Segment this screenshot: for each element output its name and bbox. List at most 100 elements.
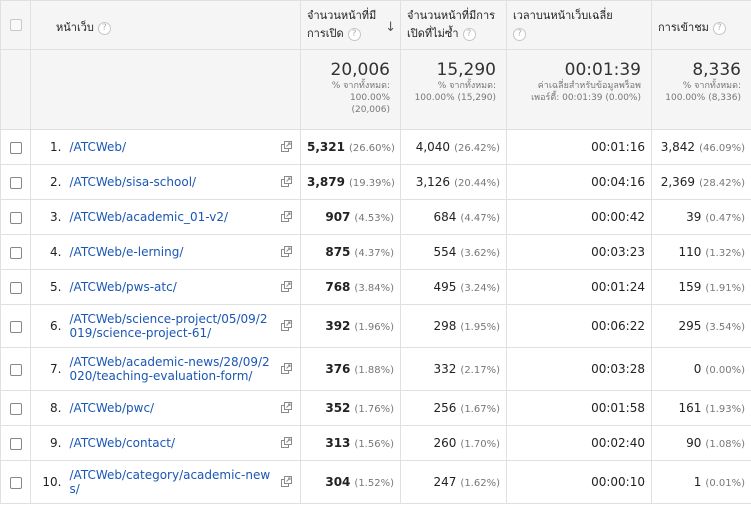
page-link[interactable]: /ATCWeb/category/academic-new s/: [70, 468, 275, 496]
column-header-avg-time[interactable]: เวลาบนหน้าเว็บเฉลี่ย ?: [506, 0, 652, 50]
page-link[interactable]: /ATCWeb/pwc/: [70, 401, 275, 415]
entrances-cell: 3,842 (46.09%): [651, 129, 751, 165]
row-checkbox-cell: [0, 164, 31, 200]
entrances-percent: (0.01%): [705, 478, 745, 489]
entrances-value: 1: [693, 475, 702, 489]
row-checkbox-cell: [0, 199, 31, 235]
table-row: 1. /ATCWeb/ 5,321 (26.60%) 4,040 (26.42%) …: [0, 129, 751, 165]
table-row: 8. /ATCWeb/pwc/ 352 (1.76%) 256 (1.67%) 00…: [0, 390, 751, 426]
page-link[interactable]: /ATCWeb/contact/: [70, 436, 275, 450]
avg-time-cell: 00:03:23: [506, 234, 652, 270]
row-checkbox[interactable]: [9, 211, 22, 224]
analytics-table: หน้าเว็บ? จำนวนหน้าที่มี การเปิด? ↓ จำนว…: [0, 0, 751, 504]
unique-pageviews-cell: 4,040 (26.42%): [400, 129, 507, 165]
row-checkbox[interactable]: [9, 320, 22, 333]
row-checkbox[interactable]: [9, 476, 22, 489]
page-link-line: /ATCWeb/: [69, 140, 127, 154]
row-checkbox[interactable]: [9, 281, 22, 294]
open-in-new-window-icon[interactable]: [281, 402, 292, 413]
unique-pageviews-cell: 247 (1.62%): [400, 460, 507, 504]
totals-avg-time-sub: เพอร์ตี้: 00:01:39 (0.00%): [531, 93, 641, 103]
totals-unique-pageviews: 15,290 % จากทั้งหมด: 100.00% (15,290): [400, 49, 507, 130]
page-link[interactable]: /ATCWeb/academic_01-v2/: [70, 210, 275, 224]
help-icon[interactable]: ?: [712, 21, 726, 35]
unique-pageviews-value: 684: [433, 210, 457, 224]
unique-pageviews-cell: 298 (1.95%): [400, 304, 507, 348]
open-in-new-window-icon[interactable]: [281, 320, 292, 331]
avg-time-value: 00:02:40: [591, 436, 645, 450]
help-icon[interactable]: ?: [347, 27, 361, 41]
open-in-new-window-icon[interactable]: [281, 437, 292, 448]
open-in-new-window-icon[interactable]: [281, 176, 292, 187]
row-checkbox-cell: [0, 390, 31, 426]
page-link[interactable]: /ATCWeb/e-lerning/: [70, 245, 275, 259]
help-icon[interactable]: ?: [97, 21, 111, 35]
entrances-cell: 295 (3.54%): [651, 304, 751, 348]
entrances-percent: (1.08%): [705, 439, 745, 450]
row-checkbox[interactable]: [9, 363, 22, 376]
page-link-line: /ATCWeb/academic-news/28/09/2: [69, 355, 270, 369]
unique-pageviews-percent: (1.95%): [460, 322, 500, 333]
pageviews-value: 352: [325, 401, 351, 415]
page-cell: /ATCWeb/e-lerning/: [65, 234, 301, 270]
row-index: 9.: [30, 425, 66, 461]
column-header-entrances[interactable]: การเข้าชม?: [651, 0, 751, 50]
totals-row: 20,006 % จากทั้งหมด: 100.00% (20,006) 15…: [0, 49, 751, 130]
row-checkbox[interactable]: [9, 176, 22, 189]
pageviews-cell: 313 (1.56%): [300, 425, 401, 461]
row-index: 6.: [30, 304, 66, 348]
help-icon[interactable]: ?: [513, 27, 526, 41]
page-link[interactable]: /ATCWeb/academic-news/28/09/2 020/teachin…: [70, 355, 275, 383]
help-icon[interactable]: ?: [462, 27, 476, 41]
entrances-value: 110: [678, 245, 702, 259]
totals-avg-time-sub: ค่าเฉลี่ยสำหรับข้อมูลพร็อพ: [537, 81, 641, 91]
avg-time-value: 00:00:42: [591, 210, 645, 224]
pageviews-percent: (1.76%): [354, 404, 394, 415]
page-link[interactable]: /ATCWeb/sisa-school/: [70, 175, 275, 189]
entrances-percent: (0.47%): [705, 213, 745, 224]
totals-entrances-value: 8,336: [692, 60, 741, 80]
row-checkbox[interactable]: [9, 437, 22, 450]
avg-time-value: 00:01:16: [591, 140, 645, 154]
header-row: หน้าเว็บ? จำนวนหน้าที่มี การเปิด? ↓ จำนว…: [0, 0, 751, 50]
row-checkbox[interactable]: [9, 141, 22, 154]
row-index: 4.: [30, 234, 66, 270]
row-index: 2.: [30, 164, 66, 200]
sort-descending-icon[interactable]: ↓: [385, 19, 396, 37]
column-header-unique-pageviews[interactable]: จำนวนหน้าที่มีการ เปิดที่ไม่ซ้ำ?: [400, 0, 507, 50]
entrances-percent: (46.09%): [699, 143, 745, 154]
open-in-new-window-icon[interactable]: [281, 363, 292, 374]
pageviews-value: 313: [325, 436, 351, 450]
open-in-new-window-icon[interactable]: [281, 476, 292, 487]
unique-pageviews-value: 260: [433, 436, 457, 450]
totals-empty-cell: [0, 49, 31, 130]
open-in-new-window-icon[interactable]: [281, 211, 292, 222]
page-link[interactable]: /ATCWeb/pws-atc/: [70, 280, 275, 294]
row-checkbox[interactable]: [9, 402, 22, 415]
table-row: 10. /ATCWeb/category/academic-new s/ 304(…: [0, 460, 751, 504]
page-cell: /ATCWeb/pws-atc/: [65, 269, 301, 305]
open-in-new-window-icon[interactable]: [281, 281, 292, 292]
page-link[interactable]: /ATCWeb/: [70, 140, 275, 154]
open-in-new-window-icon[interactable]: [281, 246, 292, 257]
pageviews-percent: (1.88%): [354, 365, 394, 376]
unique-pageviews-cell: 3,126 (20.44%): [400, 164, 507, 200]
row-index: 8.: [30, 390, 66, 426]
avg-time-cell: 00:00:10: [506, 460, 652, 504]
avg-time-value: 00:01:24: [591, 280, 645, 294]
page-cell: /ATCWeb/category/academic-new s/: [65, 460, 301, 504]
column-header-unique-pageviews-line1: จำนวนหน้าที่มีการ: [407, 9, 496, 22]
select-all-checkbox[interactable]: [9, 19, 22, 31]
column-header-page[interactable]: หน้าเว็บ?: [30, 0, 301, 50]
page-cell: /ATCWeb/contact/: [65, 425, 301, 461]
open-in-new-window-icon[interactable]: [281, 141, 292, 152]
page-link[interactable]: /ATCWeb/science-project/05/09/2 019/scien…: [70, 312, 275, 340]
column-header-pageviews[interactable]: จำนวนหน้าที่มี การเปิด? ↓: [300, 0, 401, 50]
row-checkbox[interactable]: [9, 246, 22, 259]
row-checkbox-cell: [0, 347, 31, 391]
pageviews-cell: 875 (4.37%): [300, 234, 401, 270]
entrances-percent: (1.91%): [705, 283, 745, 294]
page-link-line: 019/science-project-61/: [69, 326, 212, 340]
totals-pageviews: 20,006 % จากทั้งหมด: 100.00% (20,006): [300, 49, 401, 130]
unique-pageviews-percent: (1.70%): [460, 439, 500, 450]
